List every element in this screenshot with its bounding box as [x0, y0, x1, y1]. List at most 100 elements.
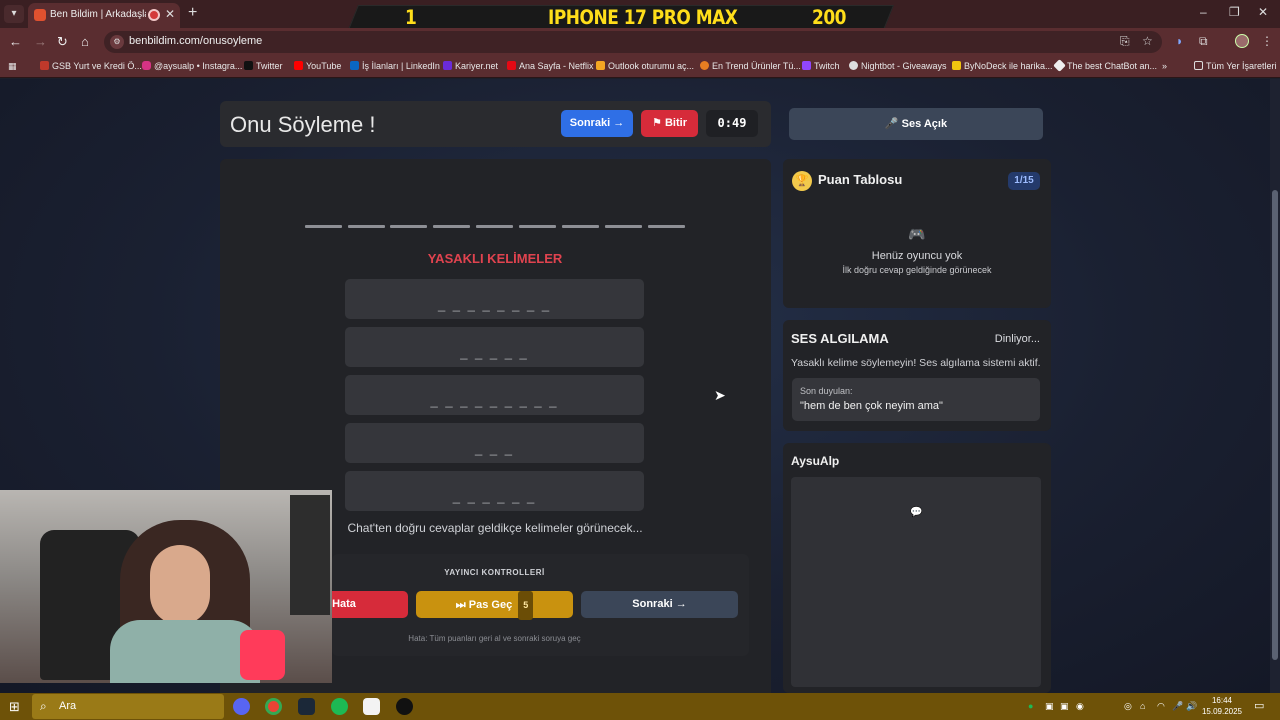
- restore-icon[interactable]: ❐: [1229, 5, 1240, 19]
- answer-slot: [562, 225, 599, 228]
- minimize-icon[interactable]: –: [1200, 5, 1207, 19]
- countdown-timer: 0:49: [706, 110, 758, 137]
- tab-search-icon[interactable]: ▾: [4, 5, 24, 23]
- tray-discord-icon[interactable]: ◉: [1076, 701, 1084, 712]
- voice-description: Yasaklı kelime söylemeyin! Ses algılama …: [791, 357, 1041, 369]
- browser-tab[interactable]: Ben Bildim | Arkadaşlarınla ✕: [28, 3, 180, 28]
- bookmark-outlook[interactable]: Outlook oturumu aç...: [596, 61, 694, 71]
- install-app-icon[interactable]: ⎘: [1120, 34, 1130, 49]
- answer-slot: [519, 225, 556, 228]
- obs-app-icon[interactable]: [396, 698, 413, 715]
- bookmark-netflix[interactable]: Ana Sayfa - Netflix: [507, 61, 594, 71]
- controls-next-button[interactable]: Sonraki →: [581, 591, 738, 618]
- bookmarks-bar: ▦ GSB Yurt ve Kredi Ö... @aysualp • Inst…: [0, 56, 1280, 78]
- tray-app-icon[interactable]: ▣: [1060, 701, 1069, 712]
- menu-kebab-icon[interactable]: ⋮: [1261, 34, 1273, 48]
- arrow-right-icon: →: [675, 598, 687, 610]
- voice-status: Dinliyor...: [994, 333, 1040, 345]
- bookmark-chatbot[interactable]: The best ChatBot an...: [1053, 59, 1157, 72]
- bookmark-nightbot[interactable]: Nightbot - Giveaways: [849, 61, 947, 71]
- tray-wifi-icon[interactable]: ◠: [1157, 701, 1165, 712]
- answer-slot: [348, 225, 385, 228]
- all-bookmarks-folder[interactable]: Tüm Yer İşaretleri: [1194, 61, 1277, 71]
- bookmark-youtube[interactable]: YouTube: [294, 61, 341, 71]
- forbidden-word-box: _ _ _ _ _ _: [345, 471, 644, 511]
- more-bookmarks-icon[interactable]: »: [1162, 61, 1167, 71]
- bookmark-twitter[interactable]: Twitter: [244, 61, 283, 71]
- voice-detection-title: SES ALGILAMA: [791, 331, 889, 346]
- url-text: benbildim.com/onusoyleme: [129, 35, 263, 47]
- profile-avatar[interactable]: [1235, 34, 1249, 48]
- bookmark-trend[interactable]: En Trend Ürünler Tü...: [700, 61, 801, 71]
- taskbar-clock[interactable]: 16:44 15.09.2025: [1200, 695, 1244, 717]
- extension-icon[interactable]: ◗: [1176, 34, 1183, 48]
- forbidden-word-box: _ _ _ _ _ _ _ _ _: [345, 375, 644, 415]
- site-favicon-icon: [34, 9, 46, 21]
- answer-slot: [476, 225, 513, 228]
- address-bar[interactable]: ⚙ benbildim.com/onusoyleme ⎘ ☆: [104, 31, 1162, 53]
- clock-time: 16:44: [1211, 696, 1233, 705]
- notification-icon[interactable]: ▭: [1254, 699, 1264, 712]
- controls-hint: Hata: Tüm puanları geri al ve sonraki so…: [408, 634, 581, 643]
- discord-app-icon[interactable]: [233, 698, 250, 715]
- sound-toggle-button[interactable]: 🎤 Ses Açık: [789, 108, 1043, 140]
- forbidden-word-box: _ _ _ _ _ _ _ _: [345, 279, 644, 319]
- tray-mic-icon[interactable]: 🎤: [1172, 701, 1183, 712]
- banner-center-text: IPHONE 17 PRO MAX: [548, 6, 738, 30]
- streamer-controls-title: YAYINCI KONTROLLERİ: [444, 568, 545, 577]
- scrollbar-thumb[interactable]: [1272, 190, 1278, 660]
- bookmark-kariyer[interactable]: Kariyer.net: [443, 61, 498, 71]
- search-placeholder: Ara: [59, 700, 77, 712]
- home-icon[interactable]: ⌂: [81, 34, 89, 49]
- next-button[interactable]: Sonraki →: [561, 110, 633, 137]
- tray-record-icon[interactable]: ◎: [1124, 701, 1132, 712]
- forbidden-words-title: YASAKLI KELİMELER: [427, 251, 563, 266]
- pass-count-badge: 5: [518, 591, 534, 620]
- apps-grid-icon[interactable]: ▦: [8, 61, 17, 72]
- banner-right-value: 200: [812, 6, 847, 30]
- window-close-icon[interactable]: ✕: [1258, 5, 1268, 19]
- chrome-app-icon[interactable]: [265, 698, 282, 715]
- bookmark-star-icon[interactable]: ☆: [1142, 34, 1153, 48]
- chat-bubble-icon: 💬: [910, 507, 923, 518]
- question-counter-badge: 1/15: [1008, 172, 1040, 190]
- tray-network-icon[interactable]: ⌂: [1140, 701, 1145, 711]
- reload-icon[interactable]: ↻: [57, 34, 68, 50]
- pass-button[interactable]: ⏭ Pas Geç 5: [416, 591, 573, 620]
- bookmark-instagram[interactable]: @aysualp • Instagra...: [142, 61, 242, 71]
- banner-left-value: 1: [405, 6, 417, 30]
- tray-app-icon[interactable]: ▣: [1045, 701, 1054, 712]
- forbidden-word-box: _ _ _ _ _: [345, 327, 644, 367]
- bookmark-twitch[interactable]: Twitch: [802, 61, 840, 71]
- start-windows-icon[interactable]: ⊞: [9, 699, 20, 715]
- forward-icon[interactable]: →: [34, 34, 47, 49]
- cam-window-blind: [290, 495, 330, 615]
- extensions-puzzle-icon[interactable]: ⧉: [1199, 34, 1208, 49]
- taskbar-search[interactable]: ⌕ Ara: [32, 694, 224, 719]
- site-info-icon[interactable]: ⚙: [110, 35, 124, 49]
- new-tab-icon[interactable]: +: [188, 4, 197, 22]
- steam-app-icon[interactable]: [298, 698, 315, 715]
- trophy-icon: 🏆: [792, 171, 812, 191]
- last-heard-text: "hem de ben çok neyim ama": [800, 400, 943, 412]
- cam-red-light: [240, 630, 285, 680]
- store-app-icon[interactable]: [363, 698, 380, 715]
- tray-spotify-icon[interactable]: ●: [1028, 701, 1033, 711]
- close-tab-icon[interactable]: ✕: [165, 7, 175, 21]
- tray-volume-icon[interactable]: 🔊: [1186, 701, 1197, 712]
- forbidden-word-box: _ _ _: [345, 423, 644, 463]
- browser-toolbar: ← → ↻ ⌂ ⚙ benbildim.com/onusoyleme ⎘ ☆ ◗…: [0, 28, 1280, 56]
- spotify-app-icon[interactable]: [331, 698, 348, 715]
- tab-recording-icon[interactable]: [148, 9, 160, 21]
- skip-icon: ⏭: [455, 599, 466, 611]
- scoreboard-title: Puan Tablosu: [818, 172, 903, 187]
- finish-button[interactable]: ⚑ Bitir: [641, 110, 698, 137]
- tab-title: Ben Bildim | Arkadaşlarınla: [50, 9, 146, 20]
- webcam-overlay: [0, 490, 332, 683]
- bookmark-linkedin[interactable]: İş İlanları | LinkedIn: [350, 61, 440, 71]
- chat-title: AysuAlp: [791, 454, 840, 468]
- answer-slot: [433, 225, 470, 228]
- back-icon[interactable]: ←: [9, 34, 22, 49]
- bookmark-bynodeck[interactable]: ByNoDeck ile harika...: [952, 61, 1053, 71]
- bookmark-gsb[interactable]: GSB Yurt ve Kredi Ö...: [40, 61, 142, 71]
